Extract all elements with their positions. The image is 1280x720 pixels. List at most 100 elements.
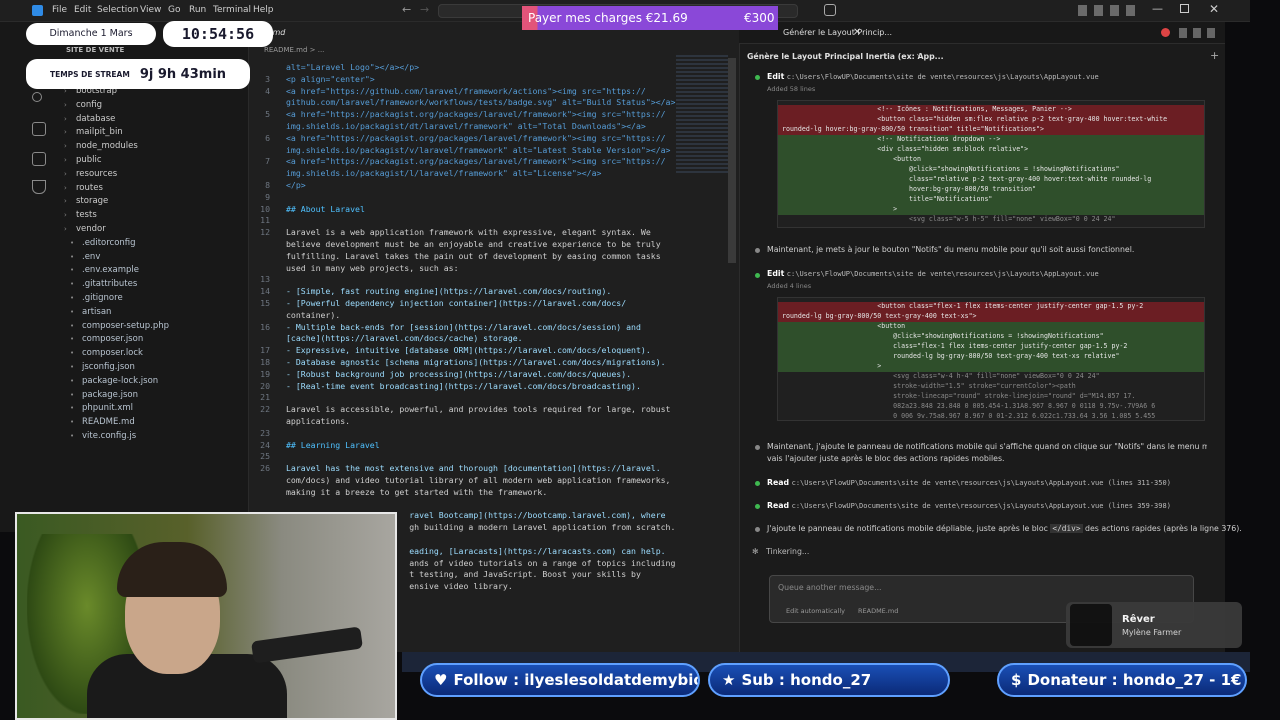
testing-icon[interactable] xyxy=(32,180,46,194)
code-line[interactable]: 11 xyxy=(250,215,730,227)
code-line[interactable]: 18 - Database agnostic [schema migrations… xyxy=(250,357,730,369)
code-line[interactable]: 15 - [Powerful dependency injection conta… xyxy=(250,298,730,310)
editor-scrollbar[interactable] xyxy=(728,58,736,263)
breadcrumb[interactable]: README.md > ... xyxy=(264,46,324,54)
file-item[interactable]: • composer-setup.php xyxy=(70,321,169,331)
folder-item[interactable]: › routes xyxy=(64,183,103,193)
folder-item[interactable]: › vendor xyxy=(64,224,106,234)
new-chat-icon[interactable]: + xyxy=(1210,49,1219,62)
diff-line: <button xyxy=(778,155,1204,165)
menu-go[interactable]: Go xyxy=(168,5,180,15)
edit2-path[interactable]: c:\Users\FlowUP\Documents\site de vente\… xyxy=(787,270,1099,278)
code-line[interactable]: believe development must be an enjoyable… xyxy=(250,239,730,251)
session-dropdown-icon[interactable]: ⌄ xyxy=(915,49,923,59)
code-line[interactable]: fulfilling. Laravel takes the pain out o… xyxy=(250,251,730,263)
chat-toolbar-icons[interactable] xyxy=(1179,28,1215,38)
code-line[interactable]: 25 xyxy=(250,451,730,463)
read2-path[interactable]: c:\Users\FlowUP\Documents\site de vente\… xyxy=(792,502,1171,510)
explorer-section-title[interactable]: SITE DE VENTE xyxy=(66,46,124,54)
file-item[interactable]: • README.md xyxy=(70,417,135,427)
code-line[interactable]: com/docs) and video tutorial library of … xyxy=(250,475,730,487)
tab-readme[interactable]: ME.md xyxy=(258,28,358,48)
code-line[interactable]: used in many web projects, such as: xyxy=(250,263,730,275)
file-item[interactable]: • composer.lock xyxy=(70,348,143,358)
code-line[interactable]: 26 Laravel has the most extensive and tho… xyxy=(250,463,730,475)
code-line[interactable]: 17 - Expressive, intuitive [database ORM]… xyxy=(250,345,730,357)
menu-file[interactable]: File xyxy=(52,5,67,15)
forward-arrow-icon[interactable]: → xyxy=(420,3,429,16)
code-line[interactable]: 5 <a href="https://packagist.org/packages… xyxy=(250,109,730,121)
edit1-path[interactable]: c:\Users\FlowUP\Documents\site de vente\… xyxy=(787,73,1099,81)
file-item[interactable]: • jsconfig.json xyxy=(70,362,135,372)
code-line[interactable]: img.shields.io/packagist/dt/laravel/fram… xyxy=(250,121,730,133)
file-item[interactable]: • vite.config.js xyxy=(70,431,136,441)
code-line[interactable]: 8 </p> xyxy=(250,180,730,192)
copilot-icon[interactable] xyxy=(824,4,836,16)
file-item[interactable]: • .gitignore xyxy=(70,293,123,303)
menu-run[interactable]: Run xyxy=(189,5,206,15)
code-line[interactable]: img.shields.io/packagist/l/laravel/frame… xyxy=(250,168,730,180)
run-debug-icon[interactable] xyxy=(32,122,46,136)
code-line[interactable]: 14 - [Simple, fast routing engine](https:… xyxy=(250,286,730,298)
file-item[interactable]: • .env xyxy=(70,252,100,262)
folder-item[interactable]: › database xyxy=(64,114,115,124)
back-arrow-icon[interactable]: ← xyxy=(402,3,411,16)
folder-item[interactable]: › config xyxy=(64,100,102,110)
code-line[interactable]: 10 ## About Laravel xyxy=(250,204,730,216)
code-line[interactable]: 4 <a href="https://github.com/laravel/fra… xyxy=(250,86,730,98)
folder-item[interactable]: › resources xyxy=(64,169,117,179)
code-line[interactable]: 12 Laravel is a web application framework… xyxy=(250,227,730,239)
file-item[interactable]: • .env.example xyxy=(70,265,139,275)
code-line[interactable]: 21 xyxy=(250,392,730,404)
close-window-icon[interactable]: ✕ xyxy=(1209,2,1219,16)
code-line[interactable]: 23 xyxy=(250,428,730,440)
file-item[interactable]: • composer.json xyxy=(70,334,143,344)
chat-tab-title[interactable]: Générer le Layout Princip... xyxy=(783,28,892,37)
folder-item[interactable]: › node_modules xyxy=(64,141,138,151)
menu-help[interactable]: Help xyxy=(253,5,274,15)
close-chat-tab-icon[interactable]: ✕ xyxy=(853,27,861,38)
code-line[interactable]: [cache](https://laravel.com/docs/cache) … xyxy=(250,333,730,345)
file-item[interactable]: • artisan xyxy=(70,307,111,317)
file-item[interactable]: • phpunit.xml xyxy=(70,403,133,413)
file-item[interactable]: • package-lock.json xyxy=(70,376,158,386)
code-line[interactable]: img.shields.io/packagist/v/laravel/frame… xyxy=(250,145,730,157)
layout-toggle-icons[interactable] xyxy=(1078,5,1138,16)
code-line[interactable]: github.com/laravel/framework/workflows/t… xyxy=(250,97,730,109)
folder-item[interactable]: › tests xyxy=(64,210,97,220)
minimize-icon[interactable]: — xyxy=(1152,2,1163,15)
file-item[interactable]: • .editorconfig xyxy=(70,238,136,248)
menu-terminal[interactable]: Terminal xyxy=(213,5,251,15)
code-line[interactable]: container). xyxy=(250,310,730,322)
code-line[interactable]: applications. xyxy=(250,416,730,428)
folder-item[interactable]: › public xyxy=(64,155,102,165)
menu-edit[interactable]: Edit xyxy=(74,5,91,15)
source-control-icon[interactable] xyxy=(32,92,42,102)
chat-settings-icon[interactable] xyxy=(1161,28,1170,37)
code-line[interactable]: 9 xyxy=(250,192,730,204)
code-line[interactable]: making it a breeze to get started with t… xyxy=(250,487,730,499)
menu-selection[interactable]: Selection xyxy=(97,5,138,15)
menu-view[interactable]: View xyxy=(140,5,161,15)
code-line[interactable]: alt="Laravel Logo"></a></p> xyxy=(250,62,730,74)
code-line[interactable]: 16 - Multiple back-ends for [session](htt… xyxy=(250,322,730,334)
read1-path[interactable]: c:\Users\FlowUP\Documents\site de vente\… xyxy=(792,479,1171,487)
file-item[interactable]: • .gitattributes xyxy=(70,279,137,289)
code-line[interactable]: 7 <a href="https://packagist.org/packages… xyxy=(250,156,730,168)
context-file-chip[interactable]: README.md xyxy=(858,606,898,617)
file-item[interactable]: • package.json xyxy=(70,390,138,400)
code-line[interactable]: 20 - [Real-time event broadcasting](https… xyxy=(250,381,730,393)
code-line[interactable]: 22 Laravel is accessible, powerful, and p… xyxy=(250,404,730,416)
restore-icon[interactable] xyxy=(1180,4,1189,13)
code-line[interactable]: 13 xyxy=(250,274,730,286)
edit-mode-toggle[interactable]: Edit automatically xyxy=(786,606,845,617)
minimap[interactable] xyxy=(676,55,728,175)
code-line[interactable]: 3 <p align="center"> xyxy=(250,74,730,86)
code-line[interactable] xyxy=(250,499,730,511)
code-line[interactable]: 19 - [Robust background job processing](h… xyxy=(250,369,730,381)
code-line[interactable]: 6 <a href="https://packagist.org/packages… xyxy=(250,133,730,145)
folder-item[interactable]: › mailpit_bin xyxy=(64,127,123,137)
code-line[interactable]: 24 ## Learning Laravel xyxy=(250,440,730,452)
folder-item[interactable]: › storage xyxy=(64,196,108,206)
extensions-icon[interactable] xyxy=(32,152,46,166)
